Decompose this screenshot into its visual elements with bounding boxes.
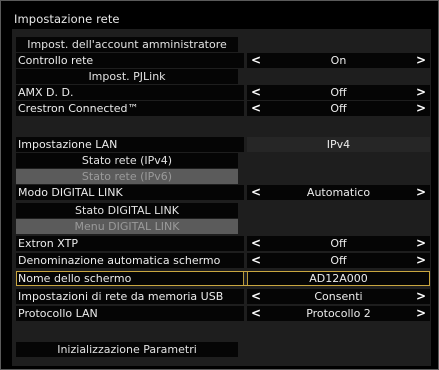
menu-panel: Impost. dell'account amministratore Cont…: [12, 29, 431, 366]
auto-screen-name-label: Denominazione automatica schermo: [16, 253, 244, 268]
crestron-value[interactable]: < Off >: [247, 101, 430, 116]
net-status-ipv4-button[interactable]: Stato rete (IPv4): [16, 153, 238, 168]
extron-xtp-value[interactable]: < Off >: [247, 236, 430, 251]
screen-name-label: Nome dello schermo: [16, 271, 244, 286]
lan-setting-value-text: IPv4: [326, 138, 351, 151]
chevron-left-icon[interactable]: <: [250, 185, 262, 200]
lan-protocol-label: Protocollo LAN: [16, 306, 244, 321]
lan-setting-row[interactable]: Impostazione LAN IPv4: [16, 137, 430, 152]
crestron-row[interactable]: Crestron Connected™ < Off >: [16, 101, 430, 116]
chevron-right-icon[interactable]: >: [415, 53, 427, 68]
chevron-right-icon[interactable]: >: [415, 306, 427, 321]
chevron-left-icon[interactable]: <: [250, 85, 262, 100]
screen-name-value-text: AD12A000: [309, 272, 368, 285]
chevron-right-icon[interactable]: >: [415, 85, 427, 100]
amx-dd-value-text: Off: [330, 86, 347, 99]
chevron-left-icon[interactable]: <: [250, 101, 262, 116]
usb-network-settings-value[interactable]: < Consenti >: [247, 289, 430, 304]
chevron-right-icon[interactable]: >: [415, 101, 427, 116]
auto-screen-name-value-text: Off: [330, 254, 347, 267]
network-control-row[interactable]: Controllo rete < On >: [16, 53, 430, 68]
page-title: Impostazione rete: [14, 12, 120, 26]
network-control-value[interactable]: < On >: [247, 53, 430, 68]
chevron-left-icon[interactable]: <: [250, 306, 262, 321]
extron-xtp-label: Extron XTP: [16, 236, 244, 251]
crestron-label: Crestron Connected™: [16, 101, 244, 116]
auto-screen-name-value[interactable]: < Off >: [247, 253, 430, 268]
lan-protocol-row[interactable]: Protocollo LAN < Protocollo 2 >: [16, 306, 430, 321]
screen-name-row[interactable]: Nome dello schermo AD12A000: [16, 271, 430, 286]
lan-protocol-value[interactable]: < Protocollo 2 >: [247, 306, 430, 321]
network-control-label: Controllo rete: [16, 53, 244, 68]
amx-dd-value[interactable]: < Off >: [247, 85, 430, 100]
pjlink-button[interactable]: Impost. PJLink: [16, 69, 238, 84]
lan-setting-label: Impostazione LAN: [16, 137, 244, 152]
network-control-value-text: On: [330, 54, 347, 67]
usb-network-settings-value-text: Consenti: [314, 290, 363, 303]
chevron-right-icon[interactable]: >: [415, 236, 427, 251]
init-params-button[interactable]: Inizializzazione Parametri: [16, 342, 238, 357]
digital-link-mode-value[interactable]: < Automatico >: [247, 185, 430, 200]
usb-network-settings-row[interactable]: Impostazioni di rete da memoria USB < Co…: [16, 289, 430, 304]
chevron-left-icon[interactable]: <: [250, 289, 262, 304]
net-status-ipv6-button: Stato rete (IPv6): [16, 169, 238, 184]
digital-link-menu-button: Menu DIGITAL LINK: [16, 219, 238, 234]
amx-dd-row[interactable]: AMX D. D. < Off >: [16, 85, 430, 100]
network-settings-window: Impostazione rete Impost. dell'account a…: [0, 0, 439, 370]
digital-link-mode-row[interactable]: Modo DIGITAL LINK < Automatico >: [16, 185, 430, 200]
chevron-right-icon[interactable]: >: [415, 289, 427, 304]
digital-link-mode-value-text: Automatico: [306, 186, 371, 199]
amx-dd-label: AMX D. D.: [16, 85, 244, 100]
auto-screen-name-row[interactable]: Denominazione automatica schermo < Off >: [16, 253, 430, 268]
usb-network-settings-label: Impostazioni di rete da memoria USB: [16, 289, 244, 304]
digital-link-mode-label: Modo DIGITAL LINK: [16, 185, 244, 200]
lan-protocol-value-text: Protocollo 2: [306, 307, 371, 320]
extron-xtp-row[interactable]: Extron XTP < Off >: [16, 236, 430, 251]
digital-link-status-button[interactable]: Stato DIGITAL LINK: [16, 203, 238, 218]
chevron-left-icon[interactable]: <: [250, 253, 262, 268]
screen-name-value[interactable]: AD12A000: [247, 271, 430, 286]
chevron-right-icon[interactable]: >: [415, 253, 427, 268]
chevron-right-icon[interactable]: >: [415, 185, 427, 200]
chevron-left-icon[interactable]: <: [250, 53, 262, 68]
admin-account-button[interactable]: Impost. dell'account amministratore: [16, 37, 238, 52]
crestron-value-text: Off: [330, 102, 347, 115]
lan-setting-value: IPv4: [247, 137, 430, 152]
extron-xtp-value-text: Off: [330, 237, 347, 250]
chevron-left-icon[interactable]: <: [250, 236, 262, 251]
